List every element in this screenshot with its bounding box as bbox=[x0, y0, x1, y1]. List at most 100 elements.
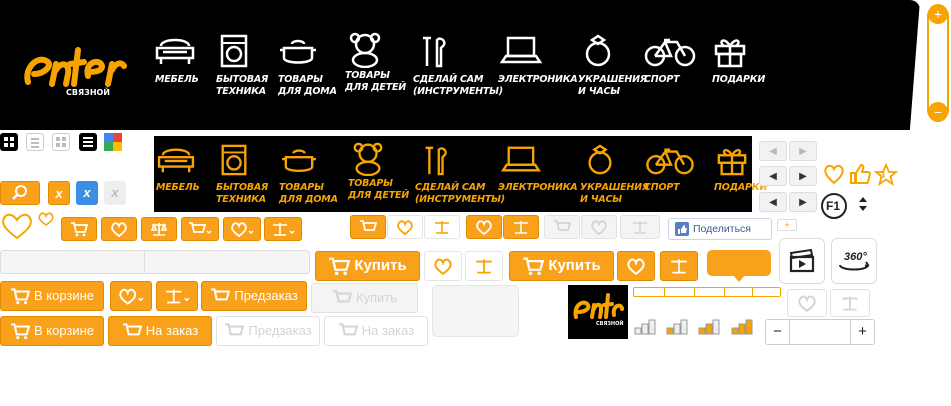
compare-icon-button[interactable] bbox=[141, 217, 177, 241]
level-2-icon bbox=[666, 319, 688, 335]
quantity-stepper[interactable]: − + bbox=[765, 319, 875, 345]
heart-icon bbox=[397, 220, 413, 235]
quantity-decrement-button[interactable]: − bbox=[766, 320, 790, 344]
share-button[interactable]: Поделиться bbox=[668, 218, 772, 240]
video-button[interactable] bbox=[779, 238, 825, 284]
caret-up-down-icon[interactable] bbox=[858, 195, 868, 213]
favorite-disabled-button-2[interactable] bbox=[787, 289, 827, 317]
compare-dropdown-button[interactable] bbox=[264, 217, 302, 241]
on-order-button[interactable]: На заказ bbox=[108, 316, 212, 346]
category-kids-orange[interactable]: ТОВАРЫ ДЛЯ ДЕТЕЙ bbox=[348, 140, 420, 202]
category-home[interactable]: ТОВАРЫ ДЛЯ ДОМА bbox=[278, 34, 350, 98]
category-electronics[interactable]: ЭЛЕКТРОНИКА bbox=[498, 34, 578, 86]
category-jewelry[interactable]: УКРАШЕНИЯ И ЧАСЫ bbox=[578, 34, 650, 98]
buy-button[interactable]: Купить bbox=[315, 251, 420, 281]
on-order-disabled-button[interactable]: На заказ bbox=[324, 316, 428, 346]
category-home-orange[interactable]: ТОВАРЫ ДЛЯ ДОМА bbox=[279, 144, 351, 206]
in-cart-button[interactable]: В корзине bbox=[0, 281, 104, 311]
compare-disabled-button-2[interactable] bbox=[830, 289, 870, 317]
prev-button[interactable]: ◀ bbox=[759, 166, 787, 186]
next-button[interactable]: ▶ bbox=[789, 166, 817, 186]
close-orange-button[interactable]: x bbox=[48, 181, 70, 205]
text-input[interactable] bbox=[0, 250, 310, 274]
washing-machine-icon bbox=[221, 144, 247, 176]
category-label: УКРАШЕНИЯ И ЧАСЫ bbox=[578, 74, 648, 97]
category-tools[interactable]: СДЕЛАЙ САМ (ИНСТРУМЕНТЫ) bbox=[413, 34, 503, 98]
compare-outline-button[interactable] bbox=[424, 215, 460, 239]
prev-disabled-button[interactable]: ◀ bbox=[759, 141, 787, 161]
help-key-label: F1 bbox=[826, 199, 841, 213]
google-icon[interactable] bbox=[104, 133, 122, 151]
list-view-icon[interactable] bbox=[26, 133, 44, 151]
cart-disabled-button[interactable] bbox=[544, 215, 580, 239]
enter-logo-small[interactable]: СВЯЗНОЙ bbox=[568, 285, 628, 339]
next-button-alt[interactable]: ▶ bbox=[789, 192, 817, 212]
category-label: ЭЛЕКТРОНИКА bbox=[498, 182, 578, 193]
next-disabled-button[interactable]: ▶ bbox=[789, 141, 817, 161]
preorder-button[interactable]: Предзаказ bbox=[201, 281, 307, 311]
category-tools-orange[interactable]: СДЕЛАЙ САМ (ИНСТРУМЕНТЫ) bbox=[415, 144, 505, 206]
cart-icon bbox=[11, 288, 30, 305]
favorite-disabled-button[interactable] bbox=[581, 215, 617, 239]
category-sport[interactable]: СПОРТ bbox=[644, 34, 716, 86]
thumbs-up-icon[interactable] bbox=[848, 162, 872, 186]
category-gifts[interactable]: ПОДАРКИ bbox=[712, 34, 784, 86]
zoom-slider[interactable]: + − bbox=[925, 0, 951, 130]
category-kids[interactable]: ТОВАРЫ ДЛЯ ДЕТЕЙ bbox=[345, 30, 417, 94]
share-label: Поделиться bbox=[693, 223, 751, 235]
tools-icon bbox=[425, 146, 447, 176]
in-cart-label: В корзине bbox=[33, 288, 95, 303]
category-sport-orange[interactable]: СПОРТ bbox=[644, 144, 716, 194]
favorite-outline-button-2[interactable] bbox=[424, 251, 462, 281]
compare-outline-button-2[interactable] bbox=[465, 251, 503, 281]
list-view-active-icon[interactable] bbox=[79, 133, 97, 151]
preorder-disabled-button[interactable]: Предзаказ bbox=[216, 316, 320, 346]
cart-icon-button-2[interactable] bbox=[350, 215, 386, 239]
ring-icon bbox=[585, 34, 611, 67]
sofa-icon bbox=[157, 148, 195, 173]
cart-icon-button[interactable] bbox=[61, 217, 97, 241]
cart-icon bbox=[329, 257, 351, 276]
heart-icon bbox=[434, 258, 452, 275]
compare-disabled-button[interactable] bbox=[620, 215, 660, 239]
grid-view-disabled-icon[interactable] bbox=[52, 133, 70, 151]
buy-button-2[interactable]: Купить bbox=[509, 251, 614, 281]
close-blue-button[interactable]: x bbox=[76, 181, 98, 205]
category-jewelry-orange[interactable]: УКРАШЕНИЯ И ЧАСЫ bbox=[580, 144, 652, 206]
gift-icon bbox=[714, 39, 746, 68]
in-cart-button-2[interactable]: В корзине bbox=[0, 316, 104, 346]
compare-icon-button-3[interactable] bbox=[660, 251, 698, 281]
category-label: ЭЛЕКТРОНИКА bbox=[498, 74, 578, 85]
view-360-label: 360° bbox=[844, 251, 867, 263]
close-gray-button[interactable]: x bbox=[104, 181, 126, 205]
heart-icon bbox=[798, 295, 816, 312]
prev-button-alt[interactable]: ◀ bbox=[759, 192, 787, 212]
close-icon: x bbox=[111, 185, 119, 200]
category-label: СДЕЛАЙ САМ (ИНСТРУМЕНТЫ) bbox=[413, 74, 503, 97]
favorite-dropdown-button-2[interactable] bbox=[110, 281, 152, 311]
cart-dropdown-button[interactable] bbox=[181, 217, 219, 241]
heart-outline-icon[interactable] bbox=[822, 162, 846, 186]
logo-subtitle: СВЯЗНОЙ bbox=[66, 88, 111, 97]
favorite-outline-button[interactable] bbox=[387, 215, 423, 239]
search-button[interactable] bbox=[0, 181, 40, 205]
on-order-label: На заказ bbox=[145, 323, 199, 338]
star-badge-icon[interactable] bbox=[874, 163, 898, 187]
heart-small-icon[interactable] bbox=[38, 212, 54, 226]
favorite-dropdown-button[interactable] bbox=[223, 217, 261, 241]
level-4-icon bbox=[731, 319, 753, 335]
favorite-icon-button-2[interactable] bbox=[466, 215, 502, 239]
compare-icon-button-2[interactable] bbox=[503, 215, 539, 239]
quantity-increment-button[interactable]: + bbox=[850, 320, 874, 344]
favorite-icon-button-3[interactable] bbox=[617, 251, 655, 281]
logo-subtitle-small: СВЯЗНОЙ bbox=[596, 321, 624, 327]
category-electronics-orange[interactable]: ЭЛЕКТРОНИКА bbox=[498, 144, 578, 194]
heart-large-icon[interactable] bbox=[0, 212, 34, 240]
favorite-icon-button[interactable] bbox=[101, 217, 137, 241]
grid-view-icon[interactable] bbox=[0, 133, 18, 151]
compare-dropdown-button-2[interactable] bbox=[156, 281, 198, 311]
view-360-button[interactable]: 360° bbox=[831, 238, 877, 284]
buy-disabled-button[interactable]: Купить bbox=[311, 283, 418, 313]
sofa-icon bbox=[155, 38, 195, 64]
category-appliances-orange[interactable]: БЫТОВАЯ ТЕХНИКА bbox=[216, 144, 288, 206]
